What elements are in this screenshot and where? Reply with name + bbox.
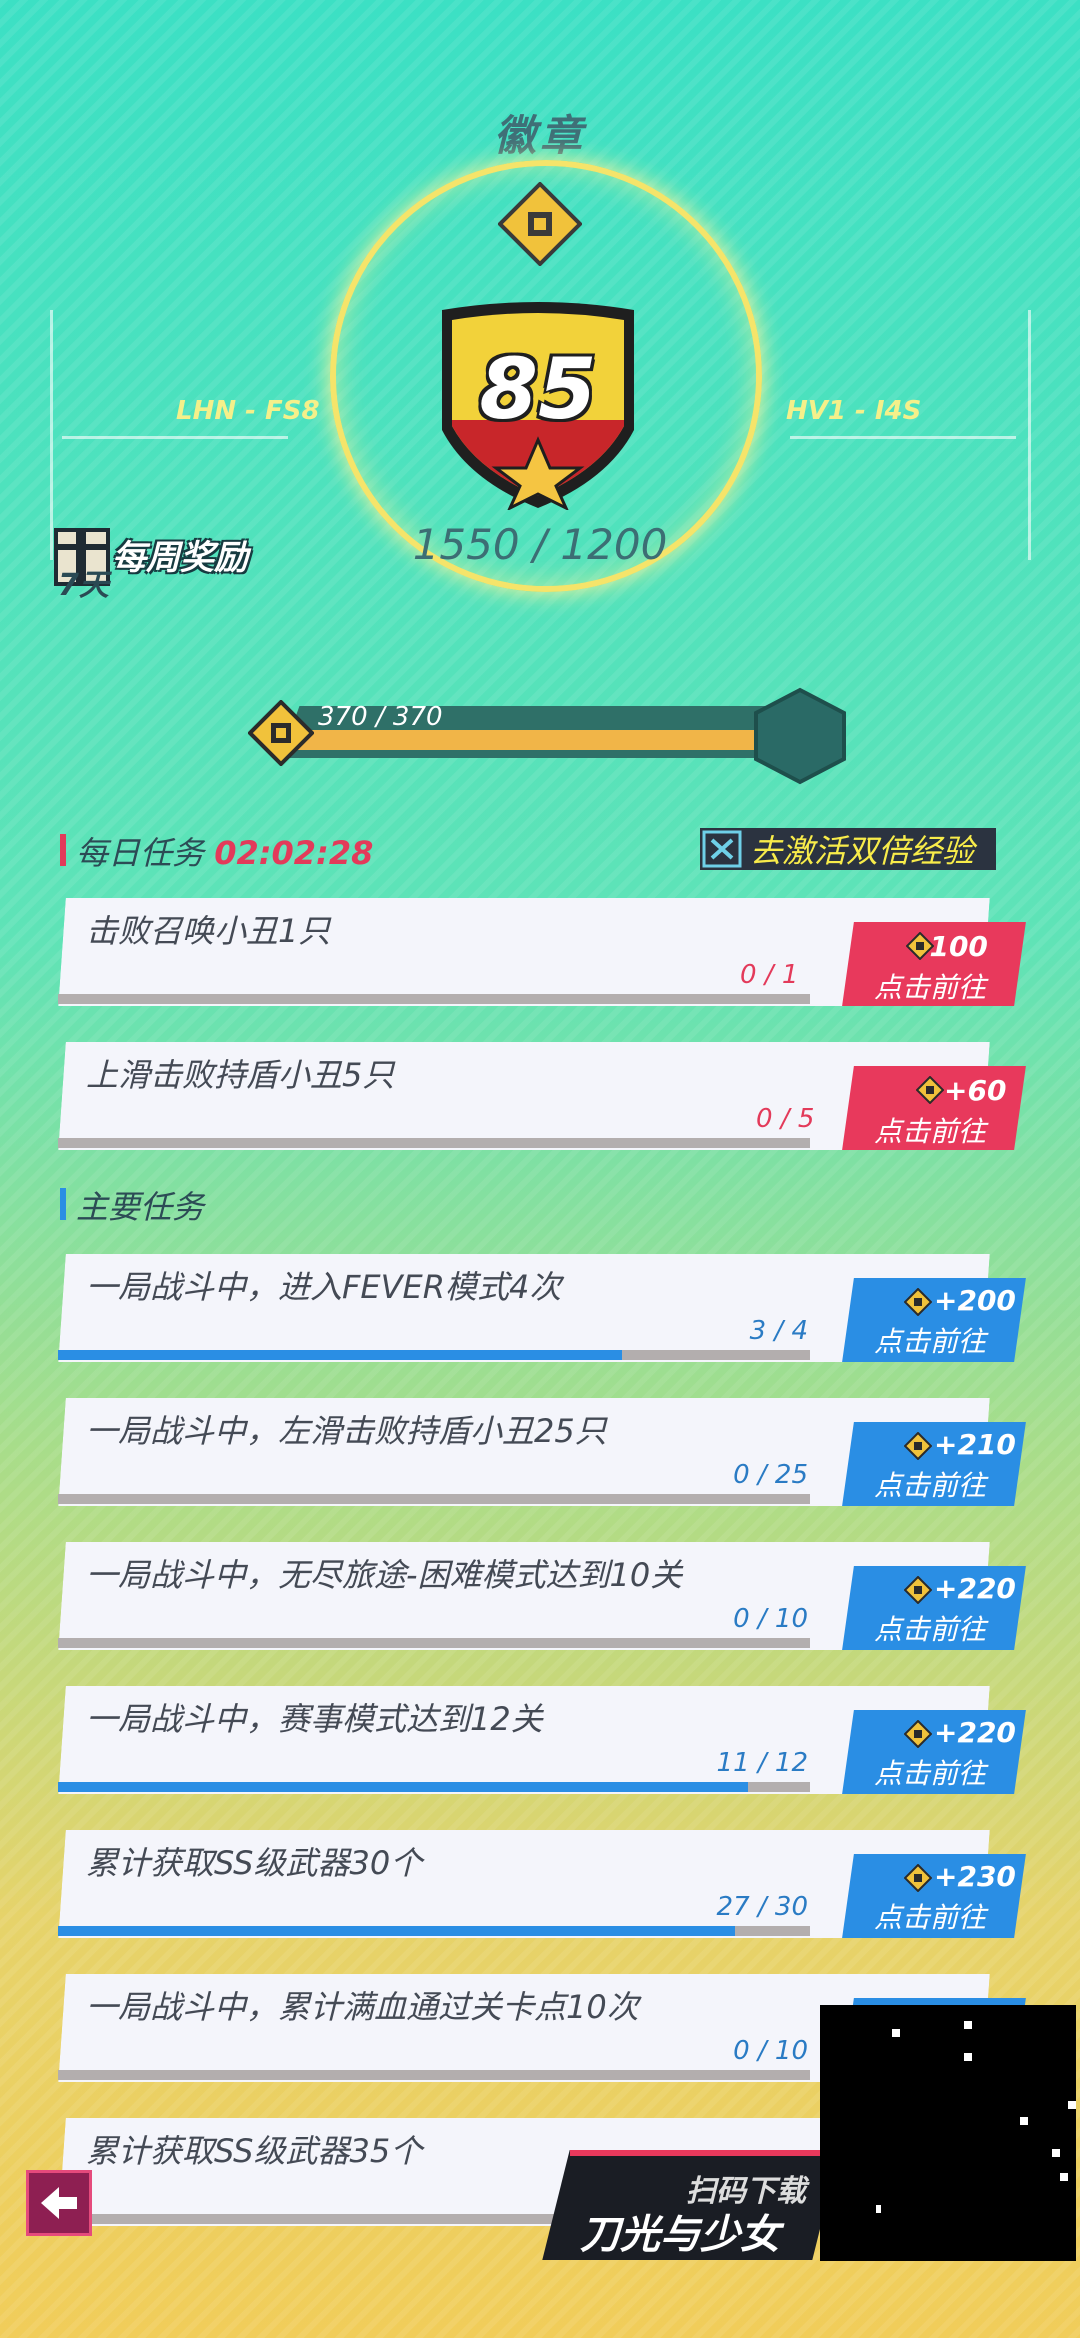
main-task-title-4: 一局战斗中，赛事模式达到12关 — [86, 1700, 543, 1738]
daily-task-progress-2: 0 / 5 — [756, 1104, 815, 1134]
main-task-fill-5 — [58, 1926, 735, 1936]
coin-icon — [904, 1720, 932, 1748]
daily-task-track-1 — [58, 994, 810, 1004]
xp-text: 370 / 370 — [318, 702, 443, 732]
right-code: HV1 - I4S — [786, 396, 922, 426]
main-section-title: 主要任务 — [76, 1188, 205, 1226]
main-task-progress-6: 0 / 10 — [733, 2036, 808, 2066]
main-task-title-6: 一局战斗中，累计满血通过关卡点10次 — [86, 1988, 639, 2026]
main-reward-value-2: +210 — [934, 1428, 1016, 1461]
main-task-track-3 — [58, 1638, 810, 1648]
main-go-label-5: 点击前往 — [874, 1901, 987, 1934]
main-section-marker — [60, 1188, 66, 1220]
daily-task-track-2 — [58, 1138, 810, 1148]
daily-reward-2: +60 — [944, 1074, 1006, 1107]
main-go-label-2: 点击前往 — [874, 1469, 987, 1502]
main-task-title-5: 累计获取SS级武器30个 — [86, 1844, 423, 1882]
main-reward-value-3: +220 — [934, 1572, 1016, 1605]
main-reward-value-5: +230 — [934, 1860, 1016, 1893]
main-task-title-7: 累计获取SS级武器35个 — [86, 2132, 423, 2170]
daily-section-marker — [60, 834, 66, 866]
coin-icon — [916, 1076, 944, 1104]
daily-task-progress-1: 0 / 1 — [740, 960, 799, 990]
daily-task-title-1: 击败召唤小丑1只 — [86, 912, 331, 950]
main-reward-value-4: +220 — [934, 1716, 1016, 1749]
next-level-hex-icon — [754, 687, 846, 785]
main-task-progress-2: 0 / 25 — [733, 1460, 808, 1490]
main-task-fill-1 — [58, 1350, 622, 1360]
daily-section-title: 每日任务 02:02:28 — [76, 828, 373, 874]
main-reward-value-1: +200 — [934, 1284, 1016, 1317]
xp-bar-fill — [294, 730, 802, 750]
main-task-progress-4: 11 / 12 — [716, 1748, 808, 1778]
promo-line2: 刀光与少女 — [580, 2212, 780, 2258]
main-task-fill-4 — [58, 1782, 748, 1792]
main-go-label-3: 点击前往 — [874, 1613, 987, 1646]
main-task-progress-3: 0 / 10 — [733, 1604, 808, 1634]
main-task-track-6 — [58, 2070, 810, 2080]
main-task-progress-5: 27 / 30 — [716, 1892, 808, 1922]
right-line — [790, 436, 1016, 439]
daily-go-label-1: 点击前往 — [874, 971, 987, 1004]
daily-title: 每日任务 — [76, 834, 205, 872]
weekly-reward-button[interactable]: 每周奖励 — [112, 530, 248, 579]
main-task-progress-1: 3 / 4 — [749, 1316, 808, 1346]
main-go-label-1: 点击前往 — [874, 1325, 987, 1358]
main-task-title-3: 一局战斗中，无尽旅途-困难模式达到10关 — [86, 1556, 683, 1594]
coin-icon — [904, 1288, 932, 1316]
left-code: LHN - FS8 — [176, 396, 320, 426]
back-arrow-icon — [41, 2187, 77, 2219]
coin-icon — [904, 1576, 932, 1604]
coin-icon — [904, 1864, 932, 1892]
daily-timer: 02:02:28 — [214, 834, 374, 872]
coin-icon — [906, 932, 934, 960]
main-task-track-2 — [58, 1494, 810, 1504]
daily-go-label-2: 点击前往 — [874, 1115, 987, 1148]
back-button[interactable] — [26, 2170, 92, 2236]
main-task-title-2: 一局战斗中，左滑击败持盾小丑25只 — [86, 1412, 607, 1450]
daily-task-title-2: 上滑击败持盾小丑5只 — [86, 1056, 395, 1094]
main-go-label-4: 点击前往 — [874, 1757, 987, 1790]
xp-coin-icon — [248, 700, 314, 766]
qr-code-icon — [820, 2005, 1076, 2261]
weekly-days: 7天 — [58, 568, 109, 603]
page-title: 徽章 — [493, 111, 586, 160]
double-exp-book-icon — [702, 830, 742, 868]
promo-accent — [570, 2150, 820, 2156]
left-line — [62, 436, 288, 439]
daily-reward-value-2: +60 — [944, 1074, 1007, 1107]
main-task-title-1: 一局战斗中，进入FEVER模式4次 — [86, 1268, 562, 1306]
coin-icon — [904, 1432, 932, 1460]
double-exp-label: 去激活双倍经验 — [750, 832, 975, 870]
badge-level: 85 — [479, 340, 597, 438]
badge-top-icon — [498, 182, 582, 266]
